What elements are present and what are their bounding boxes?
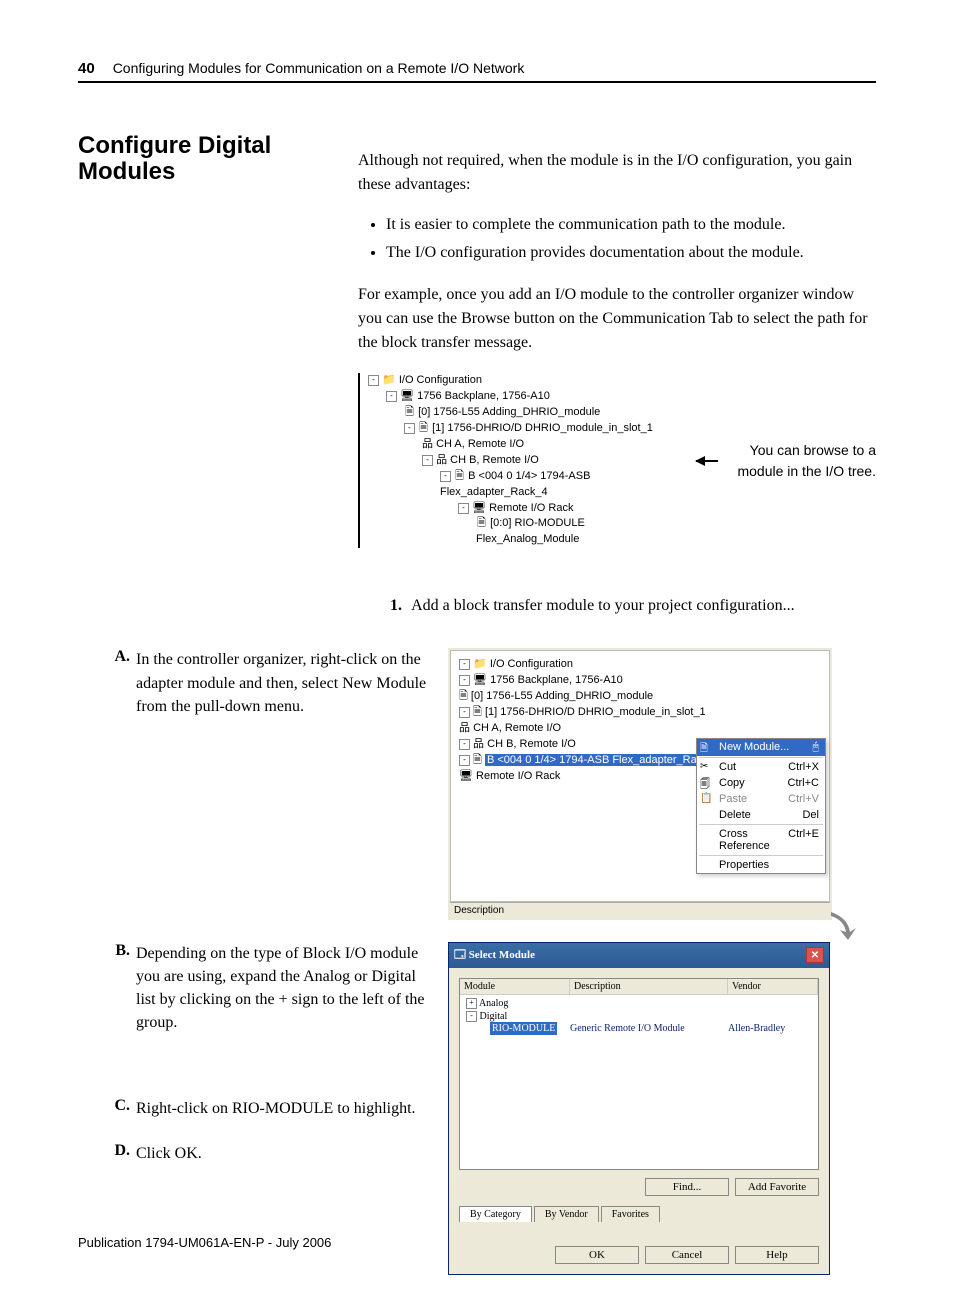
substep-text: Right-click on RIO-MODULE to highlight. <box>136 1097 416 1120</box>
step-1: 1. Add a block transfer module to your p… <box>358 594 876 618</box>
screenshot-context-menu: - 📁 I/O Configuration - 🖥 1756 Backplane… <box>448 648 832 920</box>
page-header: 40 Configuring Modules for Communication… <box>78 60 876 83</box>
substep-letter: C. <box>78 1097 136 1120</box>
col-vendor[interactable]: Vendor <box>728 979 818 994</box>
io-tree-figure: - 📁 I/O Configuration - 🖥 1756 Backplane… <box>358 373 656 548</box>
list-item: The I/O configuration provides documenta… <box>386 241 876 265</box>
callout: You can browse to a module in the I/O tr… <box>696 440 876 482</box>
add-favorite-button[interactable]: Add Favorite <box>735 1178 819 1196</box>
col-description[interactable]: Description <box>570 979 728 994</box>
menu-copy[interactable]: 🗐CopyCtrl+C <box>697 775 825 791</box>
menu-new-module[interactable]: 🗎New Module...🖰 <box>697 739 825 756</box>
substep-letter: B. <box>78 942 136 1035</box>
find-button[interactable]: Find... <box>645 1178 729 1196</box>
substep-text: Depending on the type of Block I/O modul… <box>136 942 428 1035</box>
callout-text: You can browse to a module in the I/O tr… <box>726 440 876 482</box>
arrow-icon <box>826 910 856 940</box>
step-number: 1. <box>358 594 408 618</box>
cancel-button[interactable]: Cancel <box>645 1246 729 1264</box>
menu-paste[interactable]: 📋PasteCtrl+V <box>697 791 825 807</box>
substep-letter: D. <box>78 1142 136 1165</box>
chapter-title: Configuring Modules for Communication on… <box>113 60 525 76</box>
tab-favorites[interactable]: Favorites <box>601 1206 660 1222</box>
row-digital[interactable]: Digital <box>480 1011 508 1022</box>
context-menu: 🗎New Module...🖰 ✂CutCtrl+X 🗐CopyCtrl+C 📋… <box>696 738 826 874</box>
arrow-icon <box>696 460 718 462</box>
example-text: For example, once you add an I/O module … <box>358 283 876 355</box>
select-module-dialog: 🗔 Select Module ✕ Module Description Ven… <box>448 942 830 1275</box>
help-button[interactable]: Help <box>735 1246 819 1264</box>
row-rio-module[interactable]: RIO-MODULE Generic Remote I/O Module All… <box>460 1023 818 1034</box>
substep-text: In the controller organizer, right-click… <box>136 648 428 718</box>
intro-text: Although not required, when the module i… <box>358 149 876 197</box>
list-item: It is easier to complete the communicati… <box>386 213 876 237</box>
close-icon[interactable]: ✕ <box>806 947 824 963</box>
tab-by-category[interactable]: By Category <box>459 1206 532 1222</box>
row-analog[interactable]: Analog <box>479 998 508 1009</box>
ok-button[interactable]: OK <box>555 1246 639 1264</box>
page-number: 40 <box>78 60 95 77</box>
tab-by-vendor[interactable]: By Vendor <box>534 1206 599 1222</box>
menu-cut[interactable]: ✂CutCtrl+X <box>697 759 825 775</box>
step-text: Add a block transfer module to your proj… <box>411 597 794 614</box>
menu-cross-reference[interactable]: Cross ReferenceCtrl+E <box>697 826 825 854</box>
col-module[interactable]: Module <box>460 979 570 994</box>
substep-letter: A. <box>78 648 136 718</box>
dialog-title: Select Module <box>469 949 535 961</box>
section-heading: Configure Digital Modules <box>78 133 338 618</box>
substep-text: Click OK. <box>136 1142 202 1165</box>
module-list[interactable]: Module Description Vendor + Analog - Dig… <box>459 978 819 1170</box>
menu-delete[interactable]: DeleteDel <box>697 807 825 823</box>
advantage-list: It is easier to complete the communicati… <box>358 213 876 265</box>
menu-properties[interactable]: Properties <box>697 857 825 873</box>
